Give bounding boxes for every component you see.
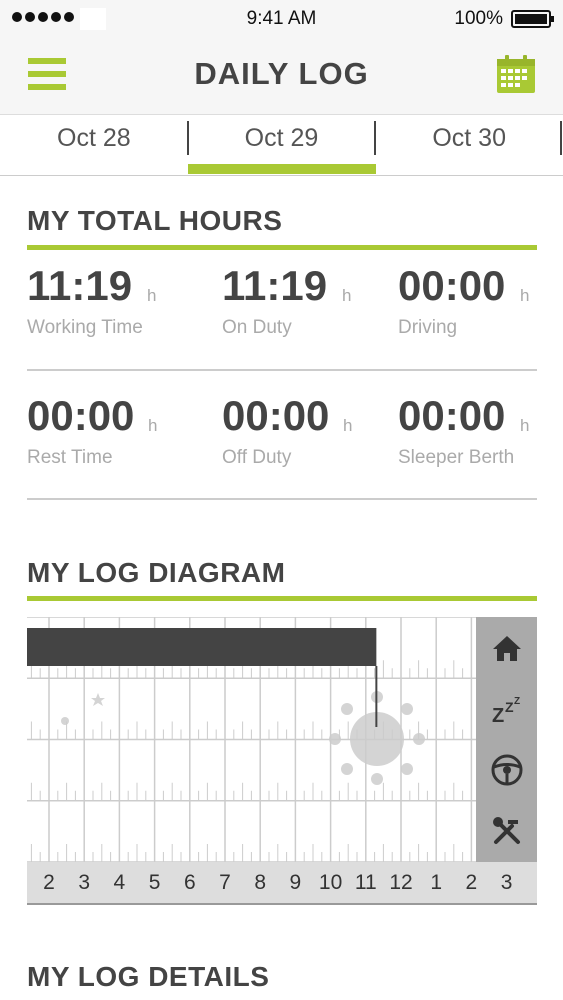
tools-icon[interactable] xyxy=(490,814,524,848)
steering-wheel-icon[interactable] xyxy=(490,753,524,787)
stat-label: Driving xyxy=(398,317,458,338)
stat-unit: h xyxy=(148,416,158,435)
hour-label: 3 xyxy=(78,871,91,894)
stat-sleeper-berth: 00:00 h Sleeper Berth xyxy=(398,392,563,468)
hour-label: 1 xyxy=(430,871,443,894)
star-icon xyxy=(91,693,105,706)
night-decoration xyxy=(34,693,105,770)
on-duty-bar xyxy=(27,628,377,666)
hour-label: 3 xyxy=(500,871,513,894)
stat-unit: h xyxy=(520,286,530,305)
hour-label: 8 xyxy=(254,871,267,894)
log-details-title: MY LOG DETAILS xyxy=(27,961,270,992)
stat-label: Off Duty xyxy=(222,447,292,468)
stat-label: Rest Time xyxy=(27,447,113,468)
tab-divider xyxy=(560,121,562,155)
section-underline xyxy=(27,245,537,250)
status-bar: 9:41 AM 100% xyxy=(0,0,563,36)
tab-oct-28[interactable]: Oct 28 xyxy=(0,115,188,175)
stat-value: 00:00 xyxy=(222,392,330,439)
svg-text:Z: Z xyxy=(492,705,504,726)
app-header: DAILY LOG xyxy=(0,36,563,114)
hour-label: 2 xyxy=(465,871,478,894)
hour-label: 11 xyxy=(354,871,377,894)
zzz-sleep-icon[interactable]: ZZZ xyxy=(490,692,524,727)
stat-value: 11:19 xyxy=(222,262,328,309)
stat-label: Sleeper Berth xyxy=(398,447,515,468)
stat-on-duty: 11:19 h On Duty xyxy=(222,262,392,338)
stat-unit: h xyxy=(520,416,530,435)
hour-label: 4 xyxy=(113,871,126,894)
stat-value: 00:00 xyxy=(398,392,506,439)
total-hours-title: MY TOTAL HOURS xyxy=(27,205,283,236)
hour-label: 7 xyxy=(219,871,231,894)
stat-unit: h xyxy=(342,286,352,305)
log-diagram-title: MY LOG DIAGRAM xyxy=(27,557,286,588)
hour-label: 10 xyxy=(318,871,343,894)
tab-divider xyxy=(374,121,376,155)
hour-label: 5 xyxy=(148,871,161,894)
stat-label: Working Time xyxy=(27,317,143,338)
stat-working-time: 11:19 h Working Time xyxy=(27,262,197,338)
calendar-icon[interactable] xyxy=(496,54,536,94)
stat-rest-time: 00:00 h Rest Time xyxy=(27,392,197,468)
hour-label: 2 xyxy=(43,871,55,894)
status-column: ZZZ xyxy=(476,617,537,862)
divider xyxy=(27,498,537,500)
stat-value: 00:00 xyxy=(398,262,506,309)
stat-value: 00:00 xyxy=(27,392,135,439)
svg-text:Z: Z xyxy=(514,696,520,707)
moon-icon xyxy=(34,705,103,770)
page-title: DAILY LOG xyxy=(194,56,369,91)
stat-driving: 00:00 h Driving xyxy=(398,262,563,338)
stat-off-duty: 00:00 h Off Duty xyxy=(222,392,392,468)
tab-oct-30[interactable]: Oct 30 xyxy=(375,115,563,175)
log-grid xyxy=(27,617,476,862)
house-icon[interactable] xyxy=(490,631,524,665)
battery-percentage: 100% xyxy=(454,8,503,29)
star-icon xyxy=(61,717,69,725)
stat-unit: h xyxy=(147,286,157,305)
active-tab-indicator xyxy=(188,164,376,174)
battery-icon xyxy=(511,10,554,28)
section-underline xyxy=(27,596,537,601)
stat-label: On Duty xyxy=(222,317,292,338)
hour-axis: 2 3 4 5 6 7 8 9 10 11 12 1 2 3 xyxy=(27,862,537,905)
divider xyxy=(27,369,537,371)
stat-unit: h xyxy=(343,416,353,435)
hour-label: 6 xyxy=(183,871,196,894)
log-diagram[interactable]: ZZZ 2 3 4 5 6 7 8 9 10 11 12 1 2 3 xyxy=(27,617,537,907)
stat-value: 11:19 xyxy=(27,262,133,309)
hour-label: 9 xyxy=(289,871,302,894)
svg-text:Z: Z xyxy=(505,699,514,715)
hour-label: 12 xyxy=(389,871,413,894)
tab-divider xyxy=(187,121,189,155)
